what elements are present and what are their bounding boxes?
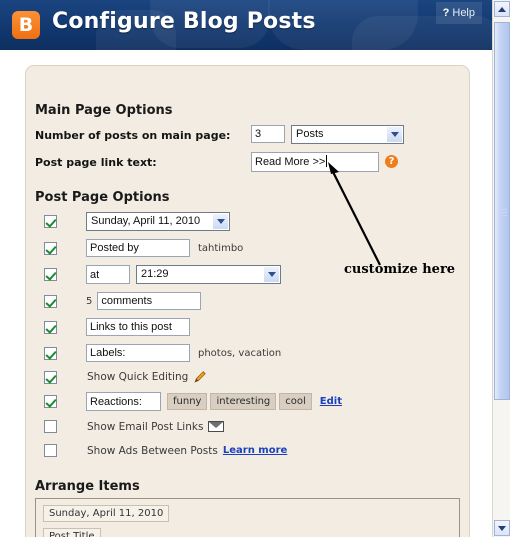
chevron-down-icon[interactable] — [387, 127, 402, 142]
comments-count-text: 5 — [86, 295, 93, 307]
page-title: Configure Blog Posts — [52, 9, 316, 34]
post-option-row-date: Sunday, April 11, 2010 — [44, 212, 230, 231]
help-label: Help — [452, 7, 475, 19]
link-text-help-icon[interactable]: ? — [385, 155, 398, 168]
author-name-text: tahtimbo — [198, 242, 244, 254]
ads-between-posts-label: Show Ads Between Posts — [87, 444, 218, 457]
help-link[interactable]: ? Help — [435, 2, 482, 24]
reaction-chip-cool[interactable]: cool — [279, 393, 312, 410]
chevron-down-icon[interactable] — [213, 214, 228, 229]
posts-unit-select[interactable]: Posts — [291, 125, 404, 144]
post-option-row-reactions: funny interesting cool Edit — [44, 392, 342, 411]
scroll-up-button[interactable] — [494, 1, 510, 17]
post-page-link-text-value: Read More >> — [255, 156, 326, 168]
page-header: B Configure Blog Posts ? Help — [0, 0, 492, 50]
reaction-chip-funny[interactable]: funny — [167, 393, 208, 410]
quick-editing-label: Show Quick Editing — [87, 371, 189, 383]
post-option-row-ads: Show Ads Between Posts Learn more — [44, 444, 287, 457]
arrange-chip-date[interactable]: Sunday, April 11, 2010 — [43, 505, 170, 522]
checkbox-show-time[interactable] — [44, 268, 57, 281]
comments-label-input[interactable] — [97, 292, 202, 310]
post-page-link-text-label: Post page link text: — [35, 156, 157, 169]
annotation-arrow-icon — [328, 162, 381, 266]
number-of-posts-input[interactable] — [251, 125, 285, 143]
post-option-row-comments: 5 — [44, 292, 202, 310]
date-format-select[interactable]: Sunday, April 11, 2010 — [86, 212, 230, 231]
time-format-select[interactable]: 21:29 — [136, 265, 281, 284]
scroll-down-arrow-icon — [498, 525, 506, 531]
checkbox-show-labels[interactable] — [44, 346, 57, 360]
vertical-scrollbar[interactable] — [492, 0, 510, 537]
annotation-text: customize here — [344, 262, 456, 277]
pencil-icon — [193, 370, 207, 384]
author-prefix-input[interactable] — [86, 239, 190, 257]
backlinks-label-input[interactable] — [86, 318, 190, 336]
checkbox-show-date[interactable] — [44, 215, 57, 228]
labels-label-input[interactable] — [86, 344, 190, 362]
scrollbar-grip-icon — [498, 209, 507, 216]
number-of-posts-label: Number of posts on main page: — [35, 129, 231, 142]
post-option-row-time: 21:29 — [44, 265, 281, 284]
arrange-items-box: Sunday, April 11, 2010 Post Title — [35, 498, 460, 537]
email-post-links-label: Show Email Post Links — [87, 420, 204, 433]
posts-unit-value: Posts — [296, 128, 324, 140]
blogger-logo-icon[interactable]: B — [12, 11, 40, 39]
chevron-down-icon[interactable] — [264, 267, 279, 282]
arrange-chip-post-title[interactable]: Post Title — [43, 528, 101, 537]
learn-more-link[interactable]: Learn more — [223, 445, 287, 456]
arrange-items-heading: Arrange Items — [35, 479, 140, 494]
scroll-down-button[interactable] — [494, 520, 510, 536]
checkbox-show-backlinks[interactable] — [44, 320, 57, 334]
post-page-options-heading: Post Page Options — [35, 190, 170, 205]
blogger-logo-letter: B — [18, 13, 34, 36]
post-option-row-quick-editing: Show Quick Editing — [44, 370, 207, 384]
checkbox-show-ads-between-posts[interactable] — [44, 444, 57, 457]
scroll-up-arrow-icon — [498, 6, 506, 12]
labels-sample-text: photos, vacation — [198, 347, 282, 359]
time-format-value: 21:29 — [141, 268, 169, 280]
main-page-options-heading: Main Page Options — [35, 103, 173, 118]
reactions-label-input[interactable] — [86, 392, 161, 411]
reaction-chip-interesting[interactable]: interesting — [210, 393, 277, 410]
post-option-row-author: tahtimbo — [44, 239, 243, 257]
post-option-row-email-links: Show Email Post Links — [44, 420, 225, 433]
help-question-icon: ? — [442, 7, 450, 19]
checkbox-show-author[interactable] — [44, 241, 57, 255]
scrollbar-thumb[interactable] — [494, 22, 510, 400]
checkbox-show-quick-editing[interactable] — [44, 370, 57, 384]
envelope-icon — [208, 421, 225, 432]
post-option-row-backlinks — [44, 318, 190, 336]
checkbox-show-reactions[interactable] — [44, 395, 57, 408]
checkbox-show-email-post-links[interactable] — [44, 420, 57, 433]
checkbox-show-comments[interactable] — [44, 294, 57, 308]
date-format-value: Sunday, April 11, 2010 — [91, 215, 201, 227]
time-prefix-input[interactable] — [86, 265, 130, 284]
edit-reactions-link[interactable]: Edit — [320, 396, 342, 407]
post-option-row-labels: photos, vacation — [44, 344, 281, 362]
app-window: B Configure Blog Posts ? Help Main Page … — [0, 0, 510, 537]
